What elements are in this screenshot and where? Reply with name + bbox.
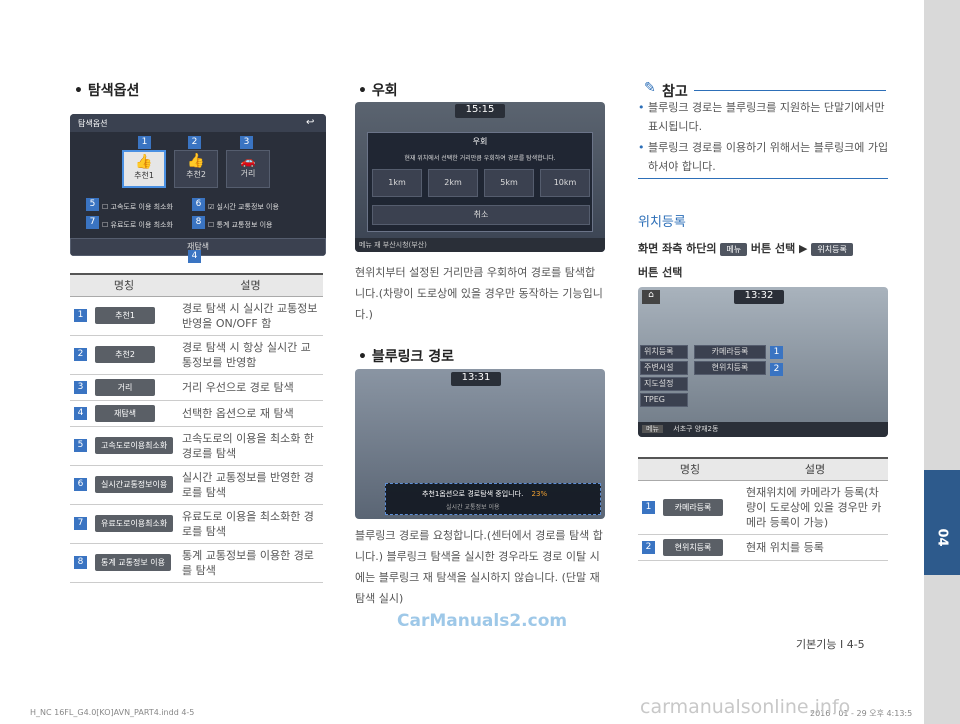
check-highway[interactable]: ☐ 고속도로 이용 최소화 <box>102 202 173 212</box>
table-row: 2 추천2 경로 탐색 시 항상 실시간 교통정보를 반영함 <box>70 335 323 375</box>
table-row: 1 추천1 경로 탐색 시 실시간 교통정보 반영을 ON/OFF 함 <box>70 296 323 336</box>
detour-screen: 15:15 우회 현재 위치에서 선택한 거리만큼 우회하여 경로를 탐색합니다… <box>355 102 605 252</box>
detour-dialog: 우회 현재 위치에서 선택한 거리만큼 우회하여 경로를 탐색합니다. 1km … <box>367 132 593 232</box>
watermark-carmanualsonline: carmanualsonline.info <box>640 696 851 718</box>
option-distance[interactable]: 🚗 거리 <box>226 150 270 188</box>
home-icon[interactable]: ⌂ <box>642 290 660 304</box>
watermark-carmanuals: CarManuals2.com <box>397 611 568 631</box>
note-icon: ✎ <box>644 80 656 96</box>
screen-header: 탐색옵션 <box>78 119 108 128</box>
clock: 15:15 <box>455 104 505 118</box>
callout-2: 2 <box>770 363 783 376</box>
table-row: 8 통계 교통정보 이용 통계 교통정보를 이용한 경로를 탐색 <box>70 543 323 583</box>
back-icon[interactable]: ↩ <box>306 117 314 128</box>
bluelink-screen: 13:31 추천1옵션으로 경로탐색 중입니다. 23% 실시간 교통정보 이용 <box>355 369 605 519</box>
menu-tag: 메뉴 <box>720 242 748 256</box>
table-row: 6 실시간교통정보이용 실시간 교통정보를 반영한 경로를 탐색 <box>70 465 323 505</box>
clock: 13:31 <box>451 372 501 386</box>
callout-5: 5 <box>86 198 99 211</box>
distance-5km[interactable]: 5km <box>484 169 534 197</box>
callout-1: 1 <box>138 136 151 149</box>
table-row: 3 거리 거리 우선으로 경로 탐색 <box>70 374 323 401</box>
detour-description: 현위치부터 설정된 거리만큼 우회하여 경로를 탐색합니다.(차량이 도로상에 … <box>355 266 603 321</box>
section-title-register: 위치등록 <box>638 215 686 230</box>
table-row: 7 유료도로이용최소화 유료도로 이용을 최소화한 경로를 탐색 <box>70 504 323 544</box>
distance-1km[interactable]: 1km <box>372 169 422 197</box>
camera-register-button[interactable]: 카메라등록 <box>694 345 766 359</box>
search-options-table: 명칭 설명 1 추천1 경로 탐색 시 실시간 교통정보 반영을 ON/OFF 함… <box>70 273 323 583</box>
callout-1: 1 <box>770 346 783 359</box>
list-item: 블루링크 경로를 이용하기 위해서는 블루링크에 가입하셔야 합니다. <box>638 138 890 176</box>
check-toll[interactable]: ☐ 유료도로 이용 최소화 <box>102 220 173 230</box>
note-divider <box>694 90 886 91</box>
callout-8: 8 <box>192 216 205 229</box>
thumb-icon: 👍 <box>135 154 153 170</box>
menu-tpeg[interactable]: TPEG <box>640 393 688 407</box>
list-item: 블루링크 경로는 블루링크를 지원하는 단말기에서만 표시됩니다. <box>638 98 890 136</box>
col-header-desc: 설명 <box>742 457 888 481</box>
clock: 13:32 <box>734 290 784 304</box>
register-screen: ⌂ 13:32 위치등록 주변시설 지도설정 TPEG 카메라등록 현위치등록 … <box>638 287 888 437</box>
section-title-detour: 우회 <box>358 80 398 100</box>
thumb-icon: 👍 <box>187 153 205 169</box>
col-header-name: 명칭 <box>638 457 742 481</box>
section-title-bluelink: 블루링크 경로 <box>358 346 454 366</box>
table-row: 5 고속도로이용최소화 고속도로의 이용을 최소화 한 경로를 탐색 <box>70 426 323 466</box>
chapter-tab: 04 <box>924 470 960 575</box>
col-header-desc: 설명 <box>178 273 323 297</box>
menu-nearby[interactable]: 주변시설 <box>640 361 688 375</box>
note-list: 블루링크 경로는 블루링크를 지원하는 단말기에서만 표시됩니다. 블루링크 경… <box>638 98 890 178</box>
distance-10km[interactable]: 10km <box>540 169 590 197</box>
check-statistic[interactable]: ☐ 통계 교통정보 이용 <box>208 220 273 230</box>
cancel-button[interactable]: 취소 <box>372 205 590 225</box>
option-recommend2[interactable]: 👍 추천2 <box>174 150 218 188</box>
chapter-strip <box>924 0 960 724</box>
bottom-bar: 메뉴 재 부산시청(부산) <box>355 238 605 252</box>
callout-6: 6 <box>192 198 205 211</box>
section-title-search-options: 탐색옵션 <box>74 80 140 100</box>
menu-register[interactable]: 위치등록 <box>640 345 688 359</box>
page-number: 기본기능 I 4-5 <box>796 638 865 651</box>
register-table: 명칭 설명 1 카메라등록 현재위치에 카메라가 등록(차량이 도로상에 있을 경… <box>638 457 888 561</box>
menu-map-settings[interactable]: 지도설정 <box>640 377 688 391</box>
car-icon: 🚗 <box>240 154 256 168</box>
callout-2: 2 <box>188 136 201 149</box>
register-instruction: 화면 좌측 하단의 메뉴 버튼 선택 ▶ 위치등록 <box>638 240 853 256</box>
register-tag: 위치등록 <box>811 242 853 256</box>
bluelink-description: 블루링크 경로를 요청합니다.(센터에서 경로를 탐색 합니다.) 블루링크 탐… <box>355 529 603 605</box>
note-bottom-rule <box>638 178 888 179</box>
register-instruction-2: 버튼 선택 <box>638 266 683 279</box>
bottom-bar: 메뉴 서초구 양재2동 <box>638 422 888 437</box>
table-row: 1 카메라등록 현재위치에 카메라가 등록(차량이 도로상에 있을 경우만 카메라… <box>638 480 888 535</box>
dialog-title: 우회 <box>472 137 488 146</box>
check-realtime[interactable]: ☑ 실시간 교통정보 이용 <box>208 202 279 212</box>
callout-4: 4 <box>188 250 201 263</box>
callout-7: 7 <box>86 216 99 229</box>
bluelink-progress-popup: 추천1옵션으로 경로탐색 중입니다. 23% 실시간 교통정보 이용 <box>385 483 601 515</box>
table-row: 2 현위치등록 현재 위치를 등록 <box>638 534 888 561</box>
callout-3: 3 <box>240 136 253 149</box>
distance-2km[interactable]: 2km <box>428 169 478 197</box>
current-location-register-button[interactable]: 현위치등록 <box>694 361 766 375</box>
file-info: H_NC 16FL_G4.0[KO]AVN_PART4.indd 4-5 <box>30 708 195 717</box>
dialog-message: 현재 위치에서 선택한 거리만큼 우회하여 경로를 탐색합니다. <box>404 155 556 162</box>
option-recommend1[interactable]: 👍 추천1 <box>122 150 166 188</box>
col-header-name: 명칭 <box>70 273 178 297</box>
table-row: 4 재탐색 선택한 옵션으로 재 탐색 <box>70 400 323 427</box>
